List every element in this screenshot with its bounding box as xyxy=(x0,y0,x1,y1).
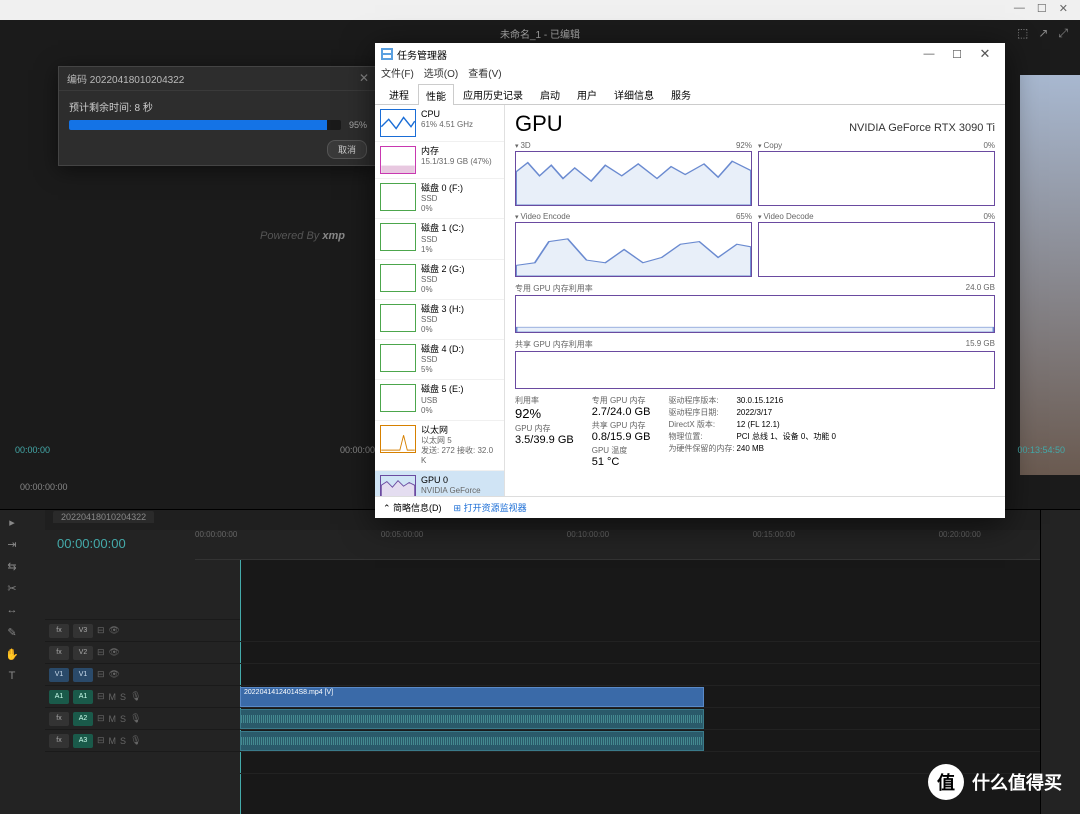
encoding-cancel-button[interactable]: 取消 xyxy=(327,140,367,159)
encoding-percent: 95% xyxy=(349,120,367,130)
watermark-text: 什么值得买 xyxy=(972,769,1062,795)
source-tc: 00:00:00 xyxy=(15,445,50,455)
outer-window-controls: — ☐ ✕ xyxy=(0,0,1080,20)
gpu-heading: GPU xyxy=(515,111,563,137)
watermark-badge-icon: 值 xyxy=(928,764,964,800)
watermark: 值 什么值得买 xyxy=(928,764,1062,800)
gpu-temp: 51 °C xyxy=(592,456,651,468)
ripple-tool-icon[interactable]: ⇆ xyxy=(4,560,20,576)
tm-side-item-disk-4[interactable]: 磁盘 2 (G:)SSD0% xyxy=(375,260,504,300)
gpu-utilization: 92% xyxy=(515,406,574,421)
encoding-eta: 预计剩余时间: 8 秒 xyxy=(69,99,367,114)
minimize-button[interactable]: — xyxy=(1014,2,1025,18)
pen-tool-icon[interactable]: ✎ xyxy=(4,626,20,642)
tm-side-item-gpu-9[interactable]: GPU 0NVIDIA GeForce RT...92% (51 °C) xyxy=(375,471,504,496)
tm-detail-pane: GPU NVIDIA GeForce RTX 3090 Ti 3D92% Cop… xyxy=(505,105,1005,496)
tm-tab-services[interactable]: 服务 xyxy=(663,83,699,104)
track-headers: fxV3⊟👁 fxV2⊟👁 V1V1⊟👁 A1A1⊟MS🎙 fxA2⊟MS🎙 f… xyxy=(45,560,240,814)
track-header-v3[interactable]: fxV3⊟👁 xyxy=(45,620,240,642)
gpu-stats: 利用率 92% GPU 内存 3.5/39.9 GB 专用 GPU 内存 2.7… xyxy=(515,395,995,470)
track-header-v1[interactable]: V1V1⊟👁 xyxy=(45,664,240,686)
tm-tab-details[interactable]: 详细信息 xyxy=(606,83,662,104)
slip-tool-icon[interactable]: ↔ xyxy=(4,604,20,620)
layout-icon[interactable]: ⬚ xyxy=(1017,26,1028,41)
tm-side-item-eth-8[interactable]: 以太网以太网 5发送: 272 接收: 32.0 K xyxy=(375,421,504,471)
encoding-close-icon[interactable]: ✕ xyxy=(359,71,369,86)
task-manager-window: 任务管理器 — ☐ ✕ 文件(F) 选项(O) 查看(V) 进程 性能 应用历史… xyxy=(375,43,1005,518)
fullscreen-icon[interactable]: ⤢ xyxy=(1058,26,1068,41)
timeline-clip-area[interactable]: 20220414124014S8.mp4 [V] xyxy=(240,560,1040,814)
track-header-a3[interactable]: fxA3⊟MS🎙 xyxy=(45,730,240,752)
selection-tool-icon[interactable]: ▸ xyxy=(4,516,20,532)
program-monitor-edge xyxy=(1020,75,1080,475)
gpu-shared-mem: 0.8/15.9 GB xyxy=(592,431,651,443)
timeline-tools: ▸ ⇥ ⇆ ✂ ↔ ✎ ✋ T xyxy=(0,510,45,814)
tm-side-item-disk-7[interactable]: 磁盘 5 (E:)USB0% xyxy=(375,380,504,420)
tm-side-item-disk-6[interactable]: 磁盘 4 (D:)SSD5% xyxy=(375,340,504,380)
gpu-chart-copy[interactable]: Copy0% xyxy=(758,141,995,206)
tm-fewer-details-button[interactable]: 简略信息(D) xyxy=(383,501,442,514)
gpu-chart-shared-mem: 共享 GPU 内存利用率15.9 GB xyxy=(515,339,995,389)
track-header-v2[interactable]: fxV2⊟👁 xyxy=(45,642,240,664)
timeline-tracks: fxV3⊟👁 fxV2⊟👁 V1V1⊟👁 A1A1⊟MS🎙 fxA2⊟MS🎙 f… xyxy=(45,560,1040,814)
encoding-dialog: 编码 20220418010204322 ✕ 预计剩余时间: 8 秒 95% 取… xyxy=(58,66,378,166)
tm-side-item-disk-3[interactable]: 磁盘 1 (C:)SSD1% xyxy=(375,219,504,259)
gpu-chart-3d[interactable]: 3D92% xyxy=(515,141,752,206)
tm-title: 任务管理器 xyxy=(397,47,915,62)
tm-tab-processes[interactable]: 进程 xyxy=(381,83,417,104)
tm-side-item-disk-5[interactable]: 磁盘 3 (H:)SSD0% xyxy=(375,300,504,340)
tm-close-button[interactable]: ✕ xyxy=(971,46,999,62)
type-tool-icon[interactable]: T xyxy=(4,670,20,686)
tm-menu-view[interactable]: 查看(V) xyxy=(468,65,501,83)
track-header-a1[interactable]: A1A1⊟MS🎙 xyxy=(45,686,240,708)
tm-minimize-button[interactable]: — xyxy=(915,48,943,60)
video-clip[interactable]: 20220414124014S8.mp4 [V] xyxy=(240,687,704,707)
tm-maximize-button[interactable]: ☐ xyxy=(943,48,971,61)
tm-titlebar[interactable]: 任务管理器 — ☐ ✕ xyxy=(375,43,1005,65)
tm-resource-monitor-link[interactable]: 打开资源监视器 xyxy=(454,501,527,514)
track-header-a2[interactable]: fxA2⊟MS🎙 xyxy=(45,708,240,730)
tm-menu-file[interactable]: 文件(F) xyxy=(381,65,414,83)
maximize-button[interactable]: ☐ xyxy=(1037,2,1047,18)
tm-menubar: 文件(F) 选项(O) 查看(V) xyxy=(375,65,1005,83)
encoding-title: 编码 20220418010204322 xyxy=(67,71,184,86)
gpu-chart-encode[interactable]: Video Encode65% xyxy=(515,212,752,277)
share-icon[interactable]: ↗ xyxy=(1038,26,1048,41)
hand-tool-icon[interactable]: ✋ xyxy=(4,648,20,664)
timeline-ruler[interactable]: 00:00:00:00 00:05:00:00 00:10:00:00 00:1… xyxy=(195,530,1040,560)
sequence-tab[interactable]: 20220418010204322 xyxy=(53,511,154,523)
timeline-main: 20220418010204322 00:00:00:00 00:00:00:0… xyxy=(45,510,1040,814)
tm-tab-users[interactable]: 用户 xyxy=(569,83,605,104)
timeline-header: 00:00:00:00 00:00:00:00 00:05:00:00 00:1… xyxy=(45,530,1040,560)
program-dur: 00:13:54:50 xyxy=(1017,445,1065,455)
gpu-chart-dedicated-mem: 专用 GPU 内存利用率24.0 GB xyxy=(515,283,995,333)
tm-menu-options[interactable]: 选项(O) xyxy=(424,65,458,83)
track-select-tool-icon[interactable]: ⇥ xyxy=(4,538,20,554)
tm-tab-performance[interactable]: 性能 xyxy=(418,84,454,105)
gpu-chart-decode[interactable]: Video Decode0% xyxy=(758,212,995,277)
premiere-topright-icons: ⬚ ↗ ⤢ xyxy=(1017,26,1068,41)
tm-side-item-mem-1[interactable]: 内存15.1/31.9 GB (47%) xyxy=(375,142,504,179)
audio-clip-a1[interactable] xyxy=(240,709,704,729)
tm-tabs: 进程 性能 应用历史记录 启动 用户 详细信息 服务 xyxy=(375,83,1005,105)
razor-tool-icon[interactable]: ✂ xyxy=(4,582,20,598)
tm-side-item-cpu-0[interactable]: CPU61% 4.51 GHz xyxy=(375,105,504,142)
tm-footer: 简略信息(D) 打开资源监视器 xyxy=(375,496,1005,518)
tm-sidebar: CPU61% 4.51 GHz内存15.1/31.9 GB (47%)磁盘 0 … xyxy=(375,105,505,496)
close-button[interactable]: ✕ xyxy=(1059,2,1068,18)
gpu-meta: 驱动程序版本:30.0.15.1216驱动程序日期:2022/3/17Direc… xyxy=(668,395,836,470)
gpu-mem: 3.5/39.9 GB xyxy=(515,434,574,446)
encoding-progress-bar xyxy=(69,120,341,130)
program-tc: 00:00:00:00 xyxy=(20,482,68,492)
track-header-filler xyxy=(45,560,240,620)
tm-tab-startup[interactable]: 启动 xyxy=(532,83,568,104)
tm-app-icon xyxy=(381,48,393,60)
gpu-model: NVIDIA GeForce RTX 3090 Ti xyxy=(849,122,995,134)
gpu-dedicated-mem: 2.7/24.0 GB xyxy=(592,406,651,418)
audio-clip-a2[interactable] xyxy=(240,731,704,751)
tm-side-item-disk-2[interactable]: 磁盘 0 (F:)SSD0% xyxy=(375,179,504,219)
timeline-playhead-timecode[interactable]: 00:00:00:00 xyxy=(45,530,195,560)
tm-tab-history[interactable]: 应用历史记录 xyxy=(455,83,531,104)
timeline-panel: ▸ ⇥ ⇆ ✂ ↔ ✎ ✋ T 20220418010204322 00:00:… xyxy=(0,509,1080,814)
